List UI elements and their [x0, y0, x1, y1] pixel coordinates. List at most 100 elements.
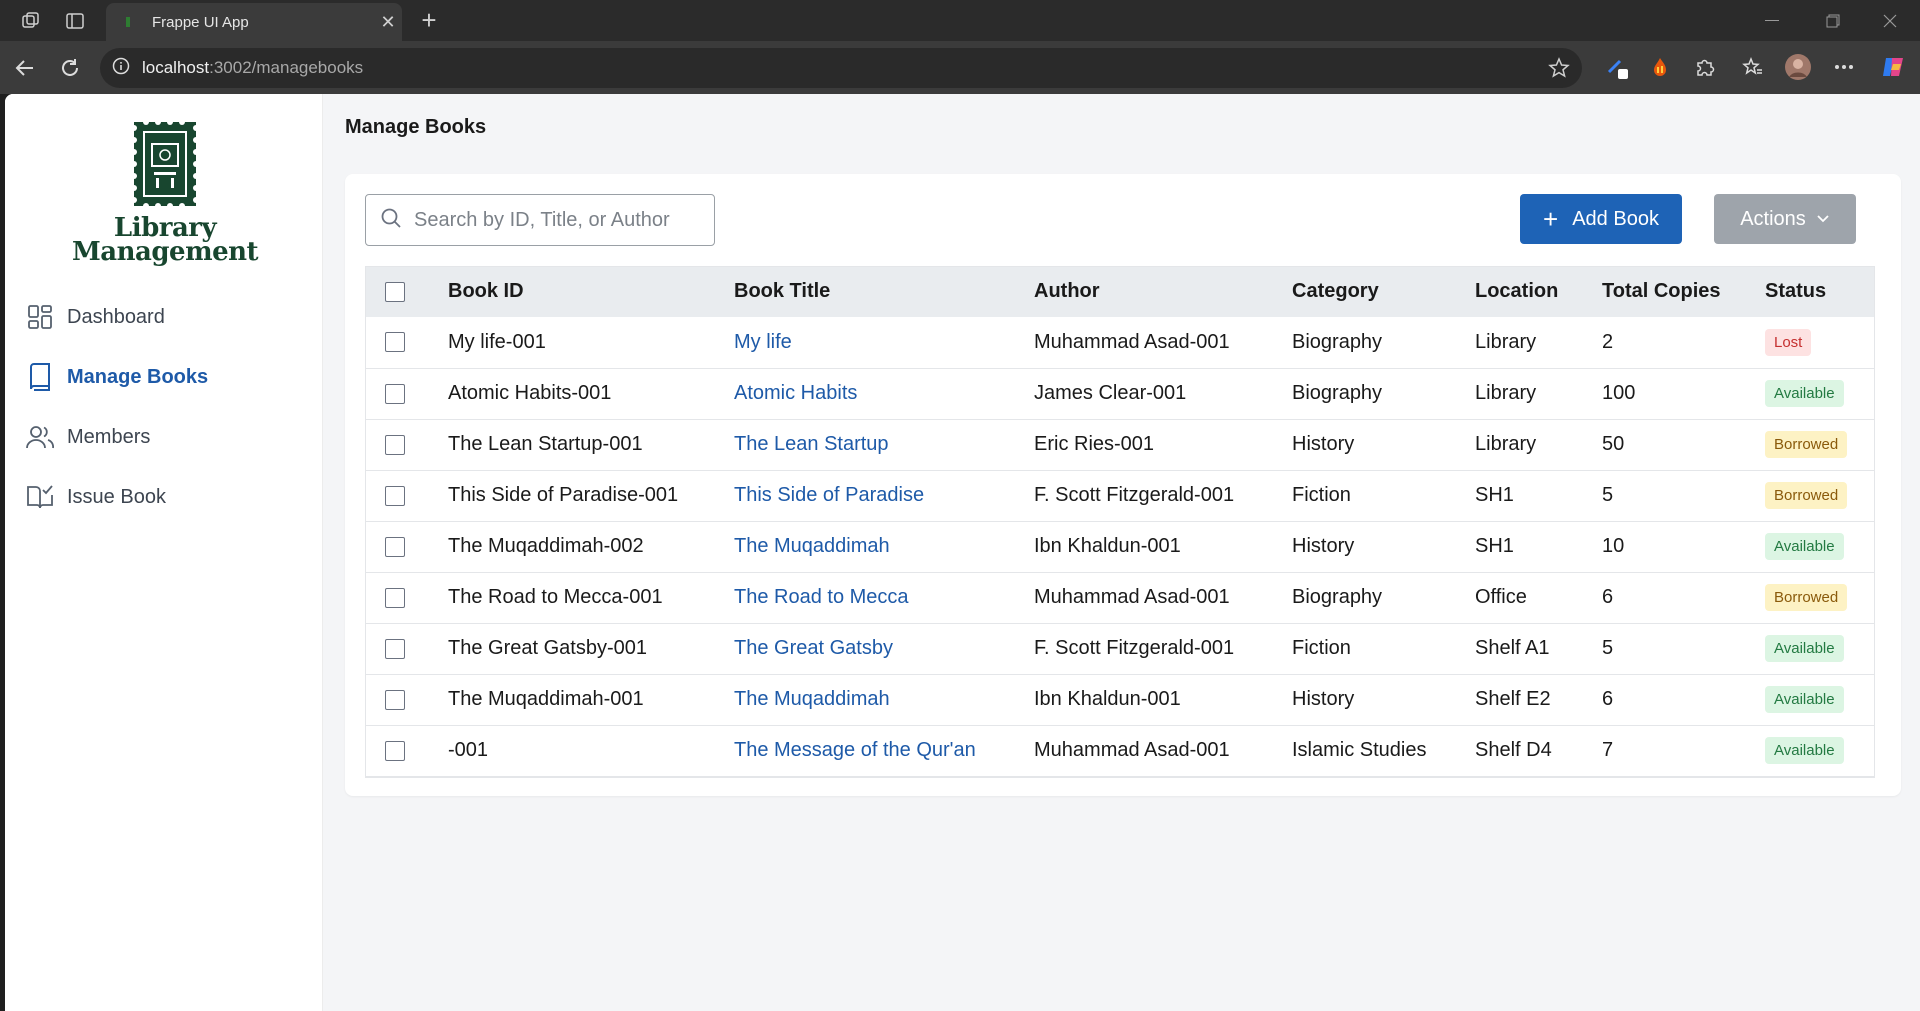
row-checkbox[interactable] [385, 689, 405, 710]
close-window-icon[interactable] [1870, 8, 1910, 34]
cell-author: James Clear-001 [1034, 382, 1187, 404]
header-book-id[interactable]: Book ID [448, 266, 734, 317]
book-icon [25, 362, 55, 392]
cell-book-title-link[interactable]: Atomic Habits [734, 368, 1034, 419]
profile-avatar[interactable] [1783, 52, 1813, 82]
table-row[interactable]: The Muqaddimah-001 The Muqaddimah Ibn Khal… [365, 674, 1875, 725]
book-open-check-icon [25, 482, 55, 512]
add-book-button[interactable]: + Add Book [1520, 194, 1682, 244]
sidebar-item-manage-books[interactable]: Manage Books [25, 357, 305, 397]
extension-pen-icon[interactable] [1602, 52, 1632, 82]
header-total-copies[interactable]: Total Copies [1602, 266, 1765, 317]
extension-flame-icon[interactable] [1645, 52, 1675, 82]
cell-book-id: The Muqaddimah-001 [448, 688, 644, 710]
browser-toolbar: localhost:3002/managebooks [0, 41, 1920, 94]
minimize-icon[interactable] [1752, 8, 1792, 34]
restore-icon[interactable] [1813, 8, 1853, 34]
table-row[interactable]: Atomic Habits-001 Atomic Habits James Clea… [365, 368, 1875, 419]
row-checkbox[interactable] [385, 587, 405, 608]
users-icon [25, 422, 55, 452]
cell-location: Shelf A1 [1475, 637, 1550, 659]
search-box[interactable] [365, 194, 715, 246]
sidebar-item-members[interactable]: Members [25, 417, 305, 457]
table-row[interactable]: The Great Gatsby-001 The Great Gatsby F. S… [365, 623, 1875, 674]
cell-total-copies: 100 [1602, 382, 1636, 404]
add-book-label: Add Book [1572, 207, 1659, 230]
browser-tab[interactable]: Frappe UI App ✕ [106, 3, 402, 41]
cell-book-title-link[interactable]: The Road to Mecca [734, 572, 1034, 623]
row-checkbox[interactable] [385, 434, 405, 455]
status-badge: Available [1765, 380, 1844, 407]
header-location[interactable]: Location [1475, 266, 1602, 317]
cell-book-title-link[interactable]: This Side of Paradise [734, 470, 1034, 521]
header-book-title[interactable]: Book Title [734, 266, 1034, 317]
row-checkbox[interactable] [385, 740, 405, 761]
cell-total-copies: 6 [1602, 586, 1614, 608]
favorite-star-icon[interactable] [1548, 57, 1570, 84]
site-info-icon[interactable] [112, 57, 130, 80]
actions-label: Actions [1740, 207, 1806, 230]
select-all-checkbox[interactable] [385, 281, 405, 302]
cell-book-title-link[interactable]: My life [734, 317, 1034, 368]
chevron-down-icon [1816, 214, 1830, 224]
row-checkbox[interactable] [385, 332, 405, 353]
cell-book-id: The Road to Mecca-001 [448, 586, 663, 608]
favicon-icon [122, 16, 134, 28]
url-host: localhost [142, 58, 210, 77]
cell-author: Ibn Khaldun-001 [1034, 688, 1181, 710]
extensions-puzzle-icon[interactable] [1690, 52, 1720, 82]
table-row[interactable]: My life-001 My life Muhammad Asad-001 Biogr… [365, 317, 1875, 368]
cell-book-title-link[interactable]: The Lean Startup [734, 419, 1034, 470]
row-select-cell [365, 725, 448, 776]
favorites-icon[interactable] [1738, 52, 1768, 82]
table-row[interactable]: The Road to Mecca-001 The Road to Mecca Mu… [365, 572, 1875, 623]
cell-book-title-link[interactable]: The Muqaddimah [734, 674, 1034, 725]
sidebar-item-issue-book[interactable]: Issue Book [25, 477, 305, 517]
cell-book-title-link[interactable]: The Message of the Qur'an [734, 725, 1034, 776]
new-tab-icon[interactable]: + [414, 6, 444, 36]
table-row[interactable]: The Muqaddimah-002 The Muqaddimah Ibn Khal… [365, 521, 1875, 572]
cell-total-copies: 6 [1602, 688, 1614, 710]
row-checkbox[interactable] [385, 638, 405, 659]
table-row[interactable]: The Lean Startup-001 The Lean Startup Eric… [365, 419, 1875, 470]
select-all-cell [365, 266, 448, 317]
reload-icon[interactable] [55, 53, 85, 83]
cell-location: Library [1475, 330, 1537, 353]
cell-status: Available [1765, 521, 1875, 572]
cell-book-title-link[interactable]: The Great Gatsby [734, 623, 1034, 674]
row-checkbox[interactable] [385, 383, 405, 404]
table-row[interactable]: This Side of Paradise-001 This Side of Pa… [365, 470, 1875, 521]
sidebar-item-label: Issue Book [67, 485, 166, 508]
status-badge: Available [1765, 686, 1844, 713]
table-header-row: Book ID Book Title Author Category Locat… [365, 266, 1875, 317]
cell-total-copies: 5 [1602, 484, 1614, 506]
actions-button[interactable]: Actions [1714, 194, 1856, 244]
cell-author: Eric Ries-001 [1034, 433, 1155, 455]
cell-category: Biography [1292, 330, 1383, 353]
row-checkbox[interactable] [385, 536, 405, 557]
copilot-icon[interactable] [1878, 52, 1908, 82]
cell-book-title-link[interactable]: The Muqaddimah [734, 521, 1034, 572]
vertical-tabs-icon[interactable] [62, 8, 88, 34]
back-icon[interactable] [10, 53, 40, 83]
cell-location: SH1 [1475, 535, 1514, 557]
address-bar[interactable]: localhost:3002/managebooks [100, 48, 1582, 88]
cell-author: F. Scott Fitzgerald-001 [1034, 484, 1235, 506]
row-checkbox[interactable] [385, 485, 405, 506]
sidebar-item-dashboard[interactable]: Dashboard [25, 297, 305, 337]
header-author[interactable]: Author [1034, 266, 1292, 317]
cell-location: Library [1475, 382, 1537, 404]
close-tab-icon[interactable]: ✕ [374, 12, 402, 33]
row-select-cell [365, 521, 448, 572]
table-row[interactable]: -001 The Message of the Qur'an Muhammad As… [365, 725, 1875, 776]
more-options-icon[interactable] [1829, 52, 1859, 82]
status-badge: Lost [1765, 328, 1812, 356]
row-select-cell [365, 317, 448, 368]
table-body: My life-001 My life Muhammad Asad-001 Biogr… [365, 317, 1875, 776]
cell-author: Muhammad Asad-001 [1034, 330, 1230, 353]
workspaces-icon[interactable] [18, 8, 44, 34]
header-category[interactable]: Category [1292, 266, 1475, 317]
search-input[interactable] [414, 208, 704, 232]
status-badge: Borrowed [1765, 431, 1848, 458]
header-status[interactable]: Status [1765, 266, 1875, 317]
